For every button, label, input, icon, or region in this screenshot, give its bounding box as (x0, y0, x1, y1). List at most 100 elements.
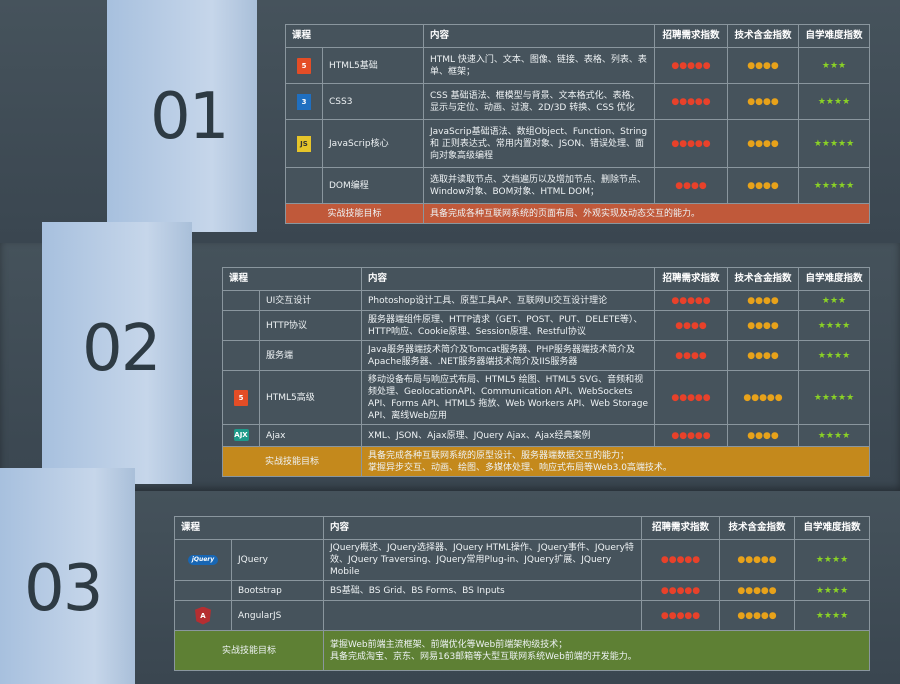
self-rating: ★★★★ (798, 83, 870, 120)
tech-rating: ●●●● (727, 290, 799, 311)
html5-icon: 5 (297, 57, 311, 74)
header-course: 课程 (285, 24, 424, 48)
demand-rating: ●●●●● (641, 580, 720, 601)
self-rating: ★★★★★ (798, 119, 870, 168)
demand-rating: ●●●●● (654, 290, 728, 311)
tech-rating: ●●●● (727, 83, 799, 120)
demand-rating: ●●●● (654, 340, 728, 371)
self-rating: ★★★★★ (798, 167, 870, 204)
goal-row: 实战技能目标 具备完成各种互联网系统的页面布局、外观实现及动态交互的能力。 (285, 203, 870, 224)
self-rating: ★★★★ (794, 539, 870, 581)
table-row: 服务端 Java服务器端技术简介及Tomcat服务器、PHP服务器端技术简介及A… (222, 340, 870, 371)
course-content: 选取并读取节点、文档遍历以及增加节点、删除节点、Window对象、BOM对象、H… (423, 167, 655, 204)
demand-rating: ●●●●● (654, 424, 728, 447)
goal-label: 实战技能目标 (174, 630, 324, 671)
course-content: 服务器端组件原理、HTTP请求（GET、POST、PUT、DELETE等）、HT… (361, 310, 655, 341)
self-rating: ★★★★ (798, 340, 870, 371)
course-name: 服务端 (259, 340, 362, 371)
goal-text: 具备完成各种互联网系统的页面布局、外观实现及动态交互的能力。 (423, 203, 870, 224)
table-row: jQuery JQuery JQuery概述、JQuery选择器、JQuery … (174, 539, 870, 581)
self-rating: ★★★★ (798, 424, 870, 447)
table-header-row: 课程 内容 招聘需求指数 技术含金指数 自学难度指数 (222, 267, 870, 291)
tech-rating: ●●●●● (719, 580, 795, 601)
demand-rating: ●●●● (654, 310, 728, 341)
course-table-1: 课程 内容 招聘需求指数 技术含金指数 自学难度指数 5 HTML5基础 HTM… (285, 24, 870, 224)
goal-label: 实战技能目标 (222, 446, 362, 477)
table-row: 5 HTML5基础 HTML 快速入门、文本、图像、链接、表格、列表、表单、框架… (285, 47, 870, 84)
section-number: 03 (24, 552, 103, 626)
course-content: CSS 基础语法、框模型与背景、文本格式化、表格、显示与定位、动画、过渡、2D/… (423, 83, 655, 120)
js-icon: JS (297, 135, 311, 152)
table-row: DOM编程 选取并读取节点、文档遍历以及增加节点、删除节点、Window对象、B… (285, 167, 870, 204)
header-content: 内容 (323, 516, 642, 540)
course-content: XML、JSON、Ajax原理、JQuery Ajax、Ajax经典案例 (361, 424, 655, 447)
course-name: JQuery (231, 539, 324, 581)
self-rating: ★★★★ (794, 580, 870, 601)
table-row: HTTP协议 服务器端组件原理、HTTP请求（GET、POST、PUT、DELE… (222, 310, 870, 341)
ajax-icon: AJX (233, 429, 249, 442)
tech-rating: ●●●● (727, 167, 799, 204)
tech-rating: ●●●●● (727, 370, 799, 425)
course-table-3: 课程 内容 招聘需求指数 技术含金指数 自学难度指数 jQuery JQuery… (174, 516, 870, 671)
table-row: UI交互设计 Photoshop设计工具、原型工具AP、互联网UI交互设计理论 … (222, 290, 870, 311)
header-tech: 技术含金指数 (727, 24, 799, 48)
course-name: HTML5基础 (322, 47, 424, 84)
tech-rating: ●●●● (727, 47, 799, 84)
tech-rating: ●●●●● (719, 600, 795, 631)
jquery-icon: jQuery (188, 554, 218, 565)
self-rating: ★★★ (798, 290, 870, 311)
course-name: JavaScrip核心 (322, 119, 424, 168)
goal-text: 具备完成各种互联网系统的原型设计、服务器端数据交互的能力； 掌握异步交互、动画、… (361, 446, 870, 477)
table-row: 5 HTML5高级 移动设备布局与响应式布局、HTML5 绘图、HTML5 SV… (222, 370, 870, 425)
tech-rating: ●●●● (727, 119, 799, 168)
table-header-row: 课程 内容 招聘需求指数 技术含金指数 自学难度指数 (174, 516, 870, 540)
tech-rating: ●●●● (727, 424, 799, 447)
demand-rating: ●●●●● (654, 119, 728, 168)
header-demand: 招聘需求指数 (654, 267, 728, 291)
course-content: JavaScrip基础语法、数组Object、Function、String 和… (423, 119, 655, 168)
demand-rating: ●●●●● (641, 600, 720, 631)
css3-icon: 3 (297, 93, 311, 110)
header-tech: 技术含金指数 (719, 516, 795, 540)
goal-row: 实战技能目标 具备完成各种互联网系统的原型设计、服务器端数据交互的能力； 掌握异… (222, 446, 870, 477)
course-content: HTML 快速入门、文本、图像、链接、表格、列表、表单、框架； (423, 47, 655, 84)
course-name: HTTP协议 (259, 310, 362, 341)
course-content: 移动设备布局与响应式布局、HTML5 绘图、HTML5 SVG、音频和视频处理、… (361, 370, 655, 425)
demand-rating: ●●●●● (654, 83, 728, 120)
section-number: 02 (82, 312, 161, 386)
demand-rating: ●●●●● (641, 539, 720, 581)
course-name: AngularJS (231, 600, 324, 631)
self-rating: ★★★★★ (798, 370, 870, 425)
header-demand: 招聘需求指数 (641, 516, 720, 540)
course-table-2: 课程 内容 招聘需求指数 技术含金指数 自学难度指数 UI交互设计 Photos… (222, 267, 870, 477)
course-name: DOM编程 (322, 167, 424, 204)
goal-label: 实战技能目标 (285, 203, 424, 224)
table-row: AJX Ajax XML、JSON、Ajax原理、JQuery Ajax、Aja… (222, 424, 870, 447)
demand-rating: ●●●●● (654, 47, 728, 84)
course-content: JQuery概述、JQuery选择器、JQuery HTML操作、JQuery事… (323, 539, 642, 581)
header-self: 自学难度指数 (798, 267, 870, 291)
header-course: 课程 (174, 516, 324, 540)
course-content: Java服务器端技术简介及Tomcat服务器、PHP服务器端技术简介及Apach… (361, 340, 655, 371)
angular-icon: A (195, 606, 211, 625)
course-name: HTML5高级 (259, 370, 362, 425)
goal-row: 实战技能目标 掌握Web前端主流框架、前端优化等Web前端架构级技术； 具备完成… (174, 630, 870, 671)
course-content: BS基础、BS Grid、BS Forms、BS Inputs (323, 580, 642, 601)
table-row: Bootstrap BS基础、BS Grid、BS Forms、BS Input… (174, 580, 870, 601)
course-content: Photoshop设计工具、原型工具AP、互联网UI交互设计理论 (361, 290, 655, 311)
header-self: 自学难度指数 (798, 24, 870, 48)
course-name: UI交互设计 (259, 290, 362, 311)
header-tech: 技术含金指数 (727, 267, 799, 291)
goal-text: 掌握Web前端主流框架、前端优化等Web前端架构级技术； 具备完成淘宝、京东、网… (323, 630, 870, 671)
tech-rating: ●●●● (727, 340, 799, 371)
demand-rating: ●●●● (654, 167, 728, 204)
table-header-row: 课程 内容 招聘需求指数 技术含金指数 自学难度指数 (285, 24, 870, 48)
html5-icon: 5 (234, 389, 248, 406)
tech-rating: ●●●●● (719, 539, 795, 581)
header-content: 内容 (423, 24, 655, 48)
header-self: 自学难度指数 (794, 516, 870, 540)
self-rating: ★★★★ (798, 310, 870, 341)
tech-rating: ●●●● (727, 310, 799, 341)
table-row: A AngularJS ●●●●● ●●●●● ★★★★ (174, 600, 870, 631)
course-content (323, 600, 642, 631)
